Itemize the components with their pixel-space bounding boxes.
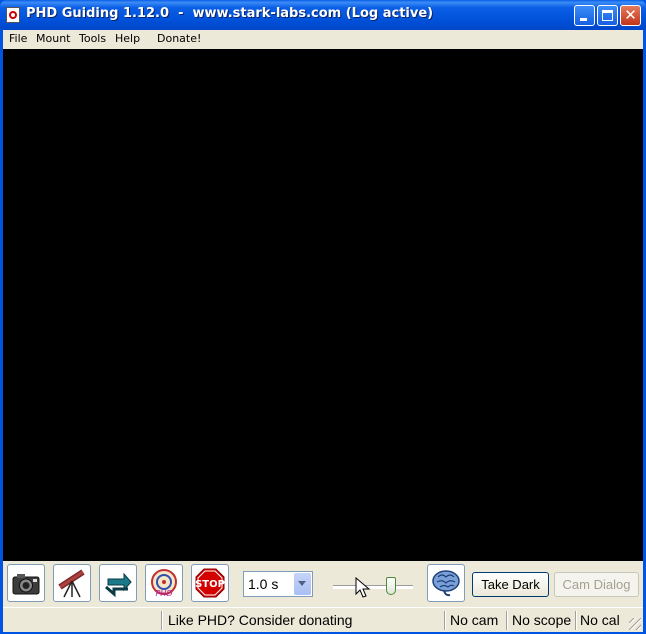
minimize-button[interactable] (574, 5, 595, 26)
title-bar[interactable]: PHD Guiding 1.12.0 - www.stark-labs.com … (0, 0, 646, 30)
scope-connect-button[interactable] (53, 564, 91, 602)
gamma-slider[interactable] (331, 573, 415, 599)
maximize-button[interactable] (597, 5, 618, 26)
menu-mount[interactable]: Mount (36, 32, 70, 45)
exposure-duration-value: 1.0 s (248, 576, 279, 592)
app-window: PHD Guiding 1.12.0 - www.stark-labs.com … (0, 0, 646, 634)
stop-icon: STOP (195, 568, 225, 598)
status-scope: No scope (512, 612, 572, 628)
status-camera: No cam (450, 612, 499, 628)
camera-icon (12, 574, 40, 595)
menu-donate[interactable]: Donate! (157, 32, 201, 45)
menu-file[interactable]: File (9, 32, 27, 45)
status-bar: Like PHD? Consider donating No cam No sc… (3, 607, 643, 632)
slider-track (333, 585, 413, 589)
app-icon[interactable] (6, 7, 20, 23)
loop-icon (105, 572, 132, 598)
telescope-icon (58, 569, 85, 598)
camera-connect-button[interactable] (7, 564, 45, 602)
cam-dialog-button[interactable]: Cam Dialog (554, 572, 639, 597)
loop-exposure-button[interactable] (99, 564, 137, 602)
close-button[interactable]: ✕ (620, 5, 641, 26)
status-message: Like PHD? Consider donating (168, 612, 353, 628)
stop-button[interactable]: STOP (191, 564, 229, 602)
maximize-icon (602, 10, 613, 21)
status-calibration: No cal (580, 612, 620, 628)
exposure-duration-select[interactable]: 1.0 s (243, 571, 313, 597)
mouse-pointer-icon (355, 577, 371, 598)
menu-tools[interactable]: Tools (79, 32, 106, 45)
advanced-settings-button[interactable] (427, 564, 465, 602)
guide-button[interactable]: PHD (145, 564, 183, 602)
resize-grip-icon[interactable] (629, 618, 641, 630)
status-divider (444, 611, 446, 630)
take-dark-button[interactable]: Take Dark (472, 572, 549, 597)
status-divider (575, 611, 577, 630)
window-title: PHD Guiding 1.12.0 - www.stark-labs.com … (26, 6, 434, 21)
toolbar: PHD STOP 1.0 s Take Dark Cam Dialog (3, 561, 643, 607)
close-icon: ✕ (624, 6, 637, 24)
phd-guide-icon: PHD (151, 569, 177, 598)
menu-bar: File Mount Tools Help Donate! (3, 30, 643, 48)
chevron-down-icon[interactable] (294, 573, 311, 595)
slider-thumb[interactable] (386, 577, 396, 595)
status-divider (161, 611, 163, 630)
minimize-icon (580, 18, 587, 21)
status-divider (506, 611, 508, 630)
brain-icon (432, 570, 460, 597)
menu-help[interactable]: Help (115, 32, 140, 45)
svg-text:PHD: PHD (156, 589, 173, 598)
guide-image-canvas[interactable] (3, 49, 643, 561)
client-area: File Mount Tools Help Donate! PHD STOP 1… (3, 30, 643, 632)
svg-text:STOP: STOP (195, 579, 225, 590)
